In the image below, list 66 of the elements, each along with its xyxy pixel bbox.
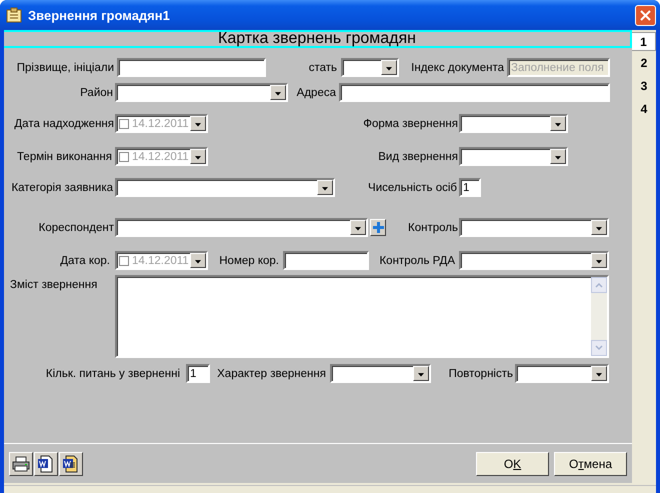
caret-icon xyxy=(190,149,206,164)
dropdown-field[interactable] xyxy=(459,114,568,133)
dropdown-field[interactable] xyxy=(459,218,609,237)
field-label: Чисельність осіб xyxy=(368,182,457,194)
ok-button[interactable]: OK xyxy=(476,452,549,476)
date-text: 14.12.2011 xyxy=(131,118,190,130)
dropdown-field[interactable] xyxy=(341,58,399,77)
text-field[interactable] xyxy=(117,58,266,77)
field-label: Контроль xyxy=(408,222,458,234)
field-label: Дата кор. xyxy=(60,254,110,266)
field-label: Форма звернення xyxy=(363,118,458,130)
caret-icon xyxy=(591,253,607,268)
caret-icon xyxy=(591,366,607,381)
dropdown-field[interactable] xyxy=(330,364,431,383)
caret-icon xyxy=(413,366,429,381)
field-label: Категорія заявника xyxy=(11,182,113,194)
field-label: Вид звернення xyxy=(378,150,458,162)
app-icon xyxy=(6,7,22,23)
caret-icon xyxy=(591,220,607,235)
caret-icon xyxy=(550,149,566,164)
page-tab[interactable]: 1 xyxy=(632,32,656,51)
caret-icon xyxy=(550,116,566,131)
form-heading: Картка звернень громадян xyxy=(218,30,416,48)
dropdown-field[interactable] xyxy=(459,251,609,270)
dropdown-field[interactable] xyxy=(115,218,368,237)
caret-icon xyxy=(190,116,206,131)
dropdown-field[interactable] xyxy=(115,178,335,197)
cancel-button[interactable]: Отмена xyxy=(554,452,627,476)
page-tab[interactable]: 2 xyxy=(632,51,656,74)
window-title: Звернення громадян1 xyxy=(28,8,171,22)
document-icon[interactable] xyxy=(59,452,83,476)
text-field[interactable] xyxy=(283,251,369,270)
field-label: стать xyxy=(308,62,337,74)
field-label: Термін виконання xyxy=(17,150,112,162)
field-label: Дата надходження xyxy=(14,118,114,130)
close-button[interactable] xyxy=(635,4,656,26)
date-text: 14.12.2011 xyxy=(131,254,190,266)
date-text: 14.12.2011 xyxy=(131,150,190,162)
dropdown-field[interactable] xyxy=(459,147,568,166)
field-label: Зміст звернення xyxy=(10,279,98,291)
field-label: Контроль РДА xyxy=(379,254,455,266)
field-label: Характер звернення xyxy=(217,368,326,380)
text-field[interactable] xyxy=(339,83,610,102)
caret-icon xyxy=(190,253,206,268)
caret-icon xyxy=(381,60,397,75)
field-label: Повторність xyxy=(448,368,513,380)
text-field[interactable]: 1 xyxy=(186,364,210,383)
caret-icon xyxy=(270,85,286,100)
caret-icon xyxy=(350,220,366,235)
dropdown-field[interactable] xyxy=(515,364,609,383)
field-label: Індекс документа xyxy=(411,62,504,74)
page-tab[interactable]: 4 xyxy=(632,97,656,120)
field-label: Прізвище, ініціали xyxy=(16,62,114,74)
close-icon xyxy=(640,10,651,20)
field-label: Номер кор. xyxy=(219,254,279,266)
field-label: Адреса xyxy=(296,86,336,98)
page-tab[interactable]: 3 xyxy=(632,74,656,97)
add-icon[interactable] xyxy=(370,219,386,236)
text-field[interactable]: 1 xyxy=(459,178,481,197)
document-icon[interactable] xyxy=(34,452,58,476)
field-label: Кільк. питань у зверненні xyxy=(46,368,180,380)
printer-icon[interactable] xyxy=(9,452,33,476)
field-label: Район xyxy=(80,86,113,98)
dropdown-field[interactable] xyxy=(115,83,288,102)
caret-icon xyxy=(317,180,333,195)
field-label: Кореспондент xyxy=(38,222,114,234)
